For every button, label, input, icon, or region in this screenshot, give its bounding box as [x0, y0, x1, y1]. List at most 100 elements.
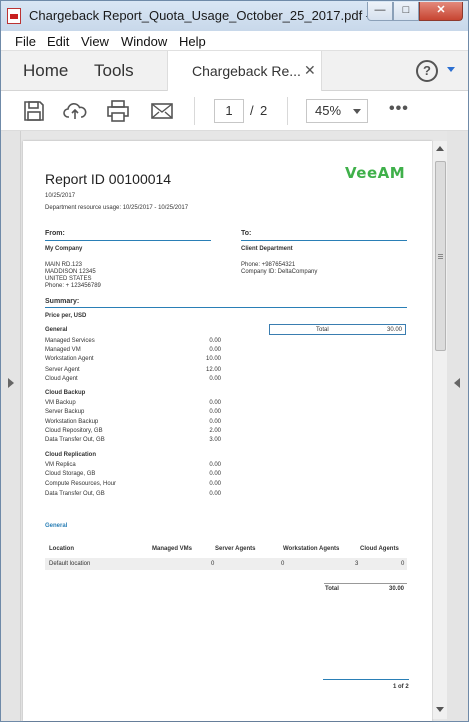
- document-viewer: Report ID 00100014 VeeAM 10/25/2017 Depa…: [1, 131, 468, 721]
- page-footer-number: 1 of 2: [393, 684, 409, 690]
- scroll-down-icon[interactable]: [436, 707, 444, 712]
- from-address-1: MAIN RD.123: [45, 262, 83, 268]
- from-address-2: MADDISON 12345: [45, 269, 96, 275]
- table-header-cell: Managed VMs: [152, 546, 193, 552]
- summary-item-label: Data Transfer Out, GB: [45, 491, 105, 497]
- more-tools-icon[interactable]: •••: [389, 100, 409, 118]
- table-cell: 3: [355, 561, 359, 567]
- summary-item-label: Managed Services: [45, 338, 95, 344]
- from-rule: [45, 240, 211, 241]
- page-separator: /: [250, 103, 254, 118]
- summary-item-value: 0.00: [209, 409, 221, 415]
- summary-total-value: 30.00: [387, 327, 403, 333]
- app-window: Chargeback Report_Quota_Usage_October_25…: [0, 0, 469, 722]
- summary-item-value: 0.00: [209, 400, 221, 406]
- summary-item-value: 0.00: [209, 376, 221, 382]
- group-cloud-backup-heading: Cloud Backup: [45, 390, 86, 396]
- toolbar: 1 / 2 45% •••: [1, 91, 468, 131]
- summary-item-label: Managed VM: [45, 347, 81, 353]
- summary-item-label: Workstation Agent: [45, 356, 94, 362]
- right-panel-rail: [447, 131, 468, 721]
- expand-left-panel-icon[interactable]: [8, 378, 14, 388]
- document-tab-label: Chargeback Re...: [192, 63, 301, 79]
- summary-item-label: Compute Resources, Hour: [45, 481, 117, 487]
- summary-item-label: VM Replica: [45, 462, 76, 468]
- vertical-scrollbar[interactable]: [432, 141, 447, 719]
- table-header-cell: Workstation Agents: [283, 546, 340, 552]
- scroll-up-icon[interactable]: [436, 146, 444, 151]
- table-total-value: 30.00: [389, 586, 405, 592]
- to-rule: [241, 240, 407, 241]
- save-icon[interactable]: [22, 99, 46, 123]
- general-section-heading: General: [45, 523, 68, 529]
- summary-item-label: Data Transfer Out, GB: [45, 437, 105, 443]
- summary-item-value: 0.00: [209, 419, 221, 425]
- summary-total-label: Total: [316, 327, 329, 333]
- summary-item-value: 0.00: [209, 491, 221, 497]
- table-total-label: Total: [325, 586, 339, 592]
- left-panel-rail: [1, 131, 21, 721]
- menu-bar: File Edit View Window Help: [1, 31, 468, 51]
- title-bar: Chargeback Report_Quota_Usage_October_25…: [1, 1, 468, 31]
- pdf-app-icon: [7, 8, 21, 24]
- from-country: UNITED STATES: [45, 276, 92, 282]
- pdf-page: Report ID 00100014 VeeAM 10/25/2017 Depa…: [23, 141, 432, 721]
- summary-item-label: Workstation Backup: [45, 419, 99, 425]
- menu-edit[interactable]: Edit: [47, 34, 69, 49]
- summary-item-value: 0.00: [209, 462, 221, 468]
- zoom-chevron-down-icon[interactable]: [353, 109, 361, 114]
- close-tab-icon[interactable]: ✕: [304, 62, 316, 79]
- menu-file[interactable]: File: [15, 34, 36, 49]
- report-title: Report ID 00100014: [45, 171, 172, 187]
- summary-item-value: 0.00: [209, 347, 221, 353]
- summary-item-value: 10.00: [205, 356, 221, 362]
- summary-total-box: Total 30.00: [269, 324, 406, 335]
- expand-right-panel-icon[interactable]: [454, 378, 460, 388]
- toolbar-divider: [194, 97, 195, 125]
- summary-rule: [45, 307, 407, 308]
- table-header-cell: Location: [49, 546, 74, 552]
- table-cell: Default location: [49, 561, 91, 567]
- summary-item-label: Cloud Storage, GB: [45, 471, 96, 477]
- to-heading: To:: [241, 230, 252, 237]
- nav-home-tab[interactable]: Home: [23, 61, 68, 81]
- help-icon[interactable]: ?: [416, 60, 438, 82]
- table-header-cell: Cloud Agents: [360, 546, 399, 552]
- upload-cloud-icon[interactable]: [63, 99, 87, 123]
- chevron-down-icon[interactable]: [447, 67, 455, 72]
- nav-tools-tab[interactable]: Tools: [94, 61, 134, 81]
- document-tab[interactable]: Chargeback Re... ✕: [167, 51, 322, 91]
- page-footer-rule: [323, 679, 409, 680]
- toolbar-divider: [287, 97, 288, 125]
- to-company-id: Company ID: DeltaCompany: [241, 269, 318, 275]
- from-company: My Company: [45, 246, 83, 252]
- print-icon[interactable]: [106, 99, 130, 123]
- table-header-cell: Server Agents: [215, 546, 256, 552]
- close-window-button[interactable]: ✕: [419, 2, 463, 21]
- menu-help[interactable]: Help: [179, 34, 206, 49]
- summary-item-label: VM Backup: [45, 400, 76, 406]
- summary-item-label: Server Agent: [45, 367, 80, 373]
- summary-item-value: 0.00: [209, 338, 221, 344]
- maximize-button[interactable]: □: [393, 2, 419, 21]
- summary-heading: Summary:: [45, 298, 80, 305]
- menu-window[interactable]: Window: [121, 34, 167, 49]
- to-department: Client Department: [241, 246, 293, 252]
- window-title: Chargeback Report_Quota_Usage_October_25…: [29, 8, 367, 23]
- minimize-button[interactable]: —: [367, 2, 393, 21]
- summary-item-value: 0.00: [209, 471, 221, 477]
- menu-view[interactable]: View: [81, 34, 109, 49]
- page-number-input[interactable]: 1: [214, 99, 244, 123]
- summary-item-value: 2.00: [209, 428, 221, 434]
- email-icon[interactable]: [150, 99, 174, 123]
- report-usage-range: Department resource usage: 10/25/2017 - …: [45, 205, 189, 211]
- price-per-label: Price per, USD: [45, 313, 87, 319]
- report-date: 10/25/2017: [45, 193, 76, 199]
- from-heading: From:: [45, 230, 65, 237]
- summary-item-value: 3.00: [209, 437, 221, 443]
- group-general-heading: General: [45, 327, 68, 333]
- page-total: 2: [260, 103, 268, 118]
- from-phone: Phone: + 123456789: [45, 283, 101, 289]
- scroll-thumb[interactable]: [435, 161, 446, 351]
- summary-item-label: Cloud Agent: [45, 376, 78, 382]
